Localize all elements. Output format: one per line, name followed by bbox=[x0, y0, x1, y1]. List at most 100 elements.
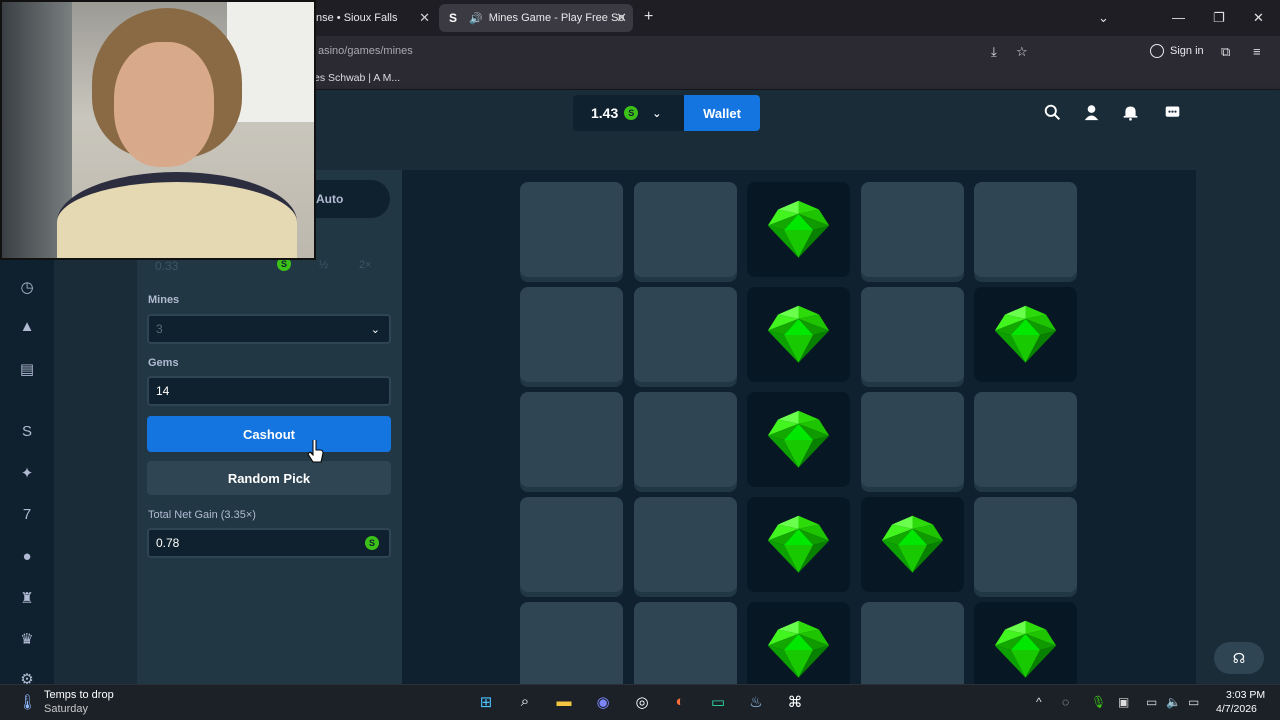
bell-icon[interactable] bbox=[1122, 104, 1139, 121]
browser-tab[interactable]: nse • Sioux Falls ✕ bbox=[300, 4, 436, 32]
mine-tile[interactable] bbox=[633, 287, 737, 382]
search-icon[interactable] bbox=[1044, 104, 1061, 121]
restore-icon[interactable]: ❐ bbox=[1213, 10, 1225, 26]
close-tab-icon[interactable]: ✕ bbox=[419, 10, 430, 26]
volume-icon[interactable]: 🔈 bbox=[1166, 695, 1181, 709]
gem-tile bbox=[747, 602, 850, 697]
close-tab-icon[interactable]: ✕ bbox=[616, 10, 627, 26]
close-window-icon[interactable]: ✕ bbox=[1253, 10, 1264, 26]
bet-history-icon[interactable]: ▤ bbox=[17, 360, 37, 378]
mine-tile[interactable] bbox=[633, 392, 737, 487]
mine-tile[interactable] bbox=[974, 497, 1077, 592]
bookmark-item[interactable]: es Schwab | A M... bbox=[314, 72, 400, 84]
mine-tile[interactable] bbox=[860, 287, 964, 382]
mine-tile[interactable] bbox=[974, 392, 1077, 487]
mine-tile[interactable] bbox=[974, 182, 1077, 277]
fire-icon[interactable]: ● bbox=[17, 548, 37, 565]
webcam-person-shirt bbox=[57, 172, 297, 258]
browser-tab-active[interactable]: S 🔊 Mines Game - Play Free So ✕ bbox=[439, 4, 633, 32]
terminal-icon[interactable]: ▭ bbox=[707, 693, 729, 711]
mine-tile[interactable] bbox=[520, 602, 623, 697]
clock-date[interactable]: 4/7/2026 bbox=[1216, 703, 1257, 715]
mines-select[interactable]: 3 ⌄ bbox=[147, 314, 391, 344]
capcut-icon[interactable]: ⌘ bbox=[784, 693, 806, 711]
challenges-icon[interactable]: ▲ bbox=[17, 318, 37, 335]
gem-icon bbox=[767, 620, 830, 678]
mouse-cursor-icon bbox=[307, 440, 324, 463]
slots-icon[interactable]: 7 bbox=[17, 506, 37, 523]
gem-tile bbox=[747, 182, 850, 277]
gem-tile bbox=[747, 287, 850, 382]
weather-subtitle: Saturday bbox=[44, 703, 89, 715]
mine-tile[interactable] bbox=[520, 497, 623, 592]
chat-icon[interactable] bbox=[1164, 104, 1181, 121]
windows-start-icon[interactable]: ⊞ bbox=[475, 693, 497, 711]
battery-icon[interactable]: ▭ bbox=[1188, 695, 1199, 709]
gem-icon bbox=[994, 620, 1057, 678]
menu-icon[interactable]: ≡ bbox=[1253, 44, 1261, 59]
mine-tile[interactable] bbox=[520, 182, 623, 277]
mine-tile[interactable] bbox=[633, 182, 737, 277]
gem-icon bbox=[767, 515, 830, 573]
network-icon[interactable]: ▭ bbox=[1146, 695, 1157, 709]
balance-selector[interactable]: 1.43 S ⌄ bbox=[573, 95, 684, 131]
save-page-icon[interactable]: ⤓ bbox=[991, 44, 997, 60]
sign-in-button[interactable]: Sign in bbox=[1150, 44, 1204, 58]
support-headset-icon[interactable]: ☊ bbox=[1214, 642, 1264, 674]
weather-title[interactable]: Temps to drop bbox=[44, 689, 114, 701]
webcam-overlay bbox=[0, 0, 316, 260]
chevron-down-icon: ⌄ bbox=[652, 107, 662, 120]
gem-icon bbox=[881, 515, 943, 573]
microphone-icon[interactable]: 🎙 bbox=[1091, 695, 1106, 709]
live-casino-icon[interactable]: ♜ bbox=[17, 589, 37, 607]
firefox-icon[interactable]: ◐ bbox=[669, 693, 691, 710]
mines-value: 3 bbox=[156, 322, 163, 336]
minimize-icon[interactable]: — bbox=[1172, 10, 1185, 25]
bookmark-star-icon[interactable]: ☆ bbox=[1016, 44, 1028, 60]
mines-label: Mines bbox=[148, 294, 180, 306]
taskbar-search-icon[interactable]: ⌕ bbox=[514, 693, 536, 710]
mine-tile[interactable] bbox=[633, 602, 737, 697]
user-icon[interactable] bbox=[1083, 104, 1100, 121]
file-explorer-icon[interactable]: ▬ bbox=[553, 693, 575, 710]
tab-list-chevron-icon[interactable]: ⌄ bbox=[1098, 10, 1109, 26]
mine-tile[interactable] bbox=[860, 392, 964, 487]
mine-tile[interactable] bbox=[860, 602, 964, 697]
crown-icon[interactable]: ♛ bbox=[17, 630, 37, 648]
gem-tile bbox=[747, 497, 850, 592]
steam-icon[interactable]: ♨ bbox=[745, 693, 767, 711]
bet-amount-input[interactable]: 0.33 bbox=[155, 259, 178, 273]
recent-icon[interactable]: ◷ bbox=[17, 278, 37, 296]
sparkle-icon[interactable]: ✦ bbox=[17, 464, 37, 482]
mine-tile[interactable] bbox=[520, 287, 623, 382]
cashout-button[interactable]: Cashout bbox=[147, 416, 391, 452]
speaker-icon[interactable]: 🔊 bbox=[469, 12, 483, 25]
chrome-icon[interactable]: ◎ bbox=[631, 693, 653, 711]
taskbar: 🌡 Temps to drop Saturday ⊞ ⌕ ▬ ◉ ◎ ◐ ▭ ♨… bbox=[0, 684, 1280, 720]
clock-time[interactable]: 3:03 PM bbox=[1226, 689, 1265, 701]
tray-overflow-icon[interactable]: ^ bbox=[1036, 695, 1042, 709]
net-gain-field: 0.78 S bbox=[147, 528, 391, 558]
net-gain-value: 0.78 bbox=[156, 536, 180, 550]
discord-icon[interactable]: ◉ bbox=[592, 693, 614, 711]
chevron-down-icon: ⌄ bbox=[370, 324, 380, 336]
mine-tile[interactable] bbox=[860, 182, 964, 277]
random-pick-button[interactable]: Random Pick bbox=[147, 461, 391, 495]
tab-label: nse • Sioux Falls bbox=[316, 12, 398, 24]
wallet-button[interactable]: Wallet bbox=[684, 95, 760, 131]
auto-mode-label: Auto bbox=[316, 192, 344, 206]
mine-tile[interactable] bbox=[633, 497, 737, 592]
double-bet-button[interactable]: 2× bbox=[359, 259, 372, 271]
gem-tile bbox=[974, 602, 1077, 697]
tray-app-icon[interactable]: ◌ bbox=[1062, 695, 1069, 709]
tray-app2-icon[interactable]: ▣ bbox=[1118, 695, 1129, 709]
extensions-icon[interactable]: ⧉ bbox=[1221, 44, 1230, 60]
url-field[interactable]: asino/games/mines bbox=[318, 45, 413, 57]
gem-icon bbox=[767, 200, 830, 258]
weather-thermometer-icon: 🌡 bbox=[18, 694, 38, 711]
originals-icon[interactable]: S bbox=[17, 423, 37, 440]
half-bet-button[interactable]: ½ bbox=[319, 259, 328, 271]
balance-value: 1.43 bbox=[591, 105, 619, 121]
new-tab-icon[interactable]: + bbox=[644, 8, 653, 26]
mine-tile[interactable] bbox=[520, 392, 623, 487]
